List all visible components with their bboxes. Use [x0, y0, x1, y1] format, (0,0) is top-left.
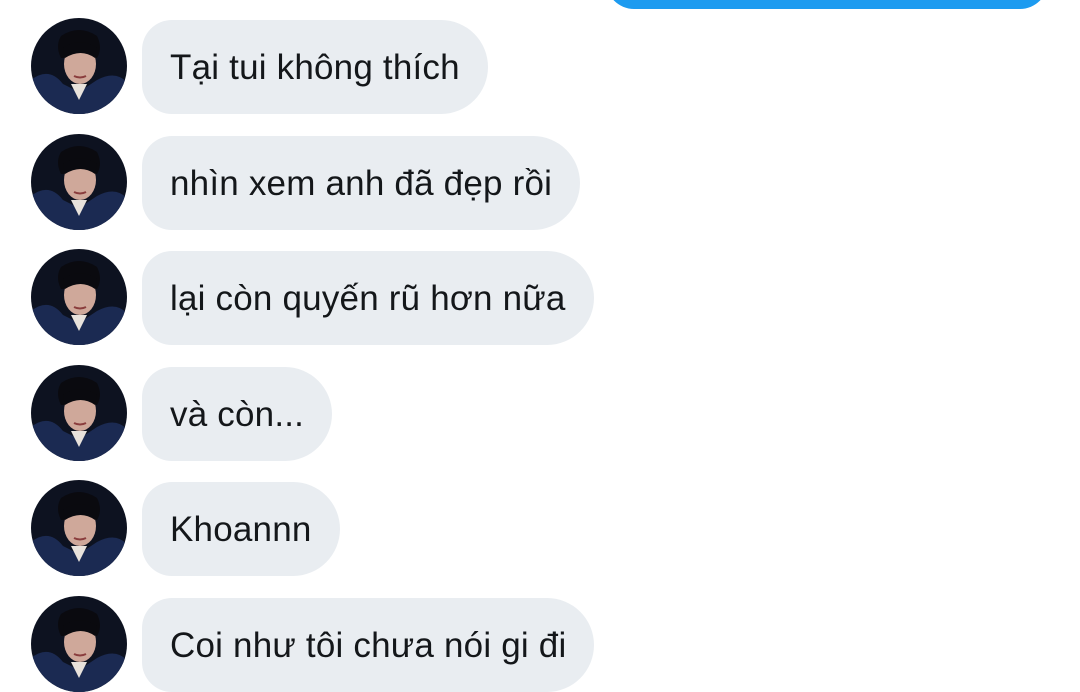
sender-avatar[interactable] — [31, 18, 127, 114]
message-text: nhìn xem anh đã đẹp rồi — [170, 163, 553, 203]
message-text: lại còn quyến rũ hơn nữa — [170, 278, 566, 318]
avatar-photo-icon — [31, 249, 127, 345]
message-row: nhìn xem anh đã đẹp rồi — [0, 116, 1080, 230]
conversation-view[interactable]: Tại tui không thích nhìn xem anh đã đẹp … — [0, 0, 1080, 692]
received-message-bubble[interactable]: Tại tui không thích — [142, 20, 488, 114]
message-row: Khoannn — [0, 462, 1080, 576]
received-message-bubble[interactable]: Coi như tôi chưa nói gi đi — [142, 598, 595, 692]
avatar-photo-icon — [31, 134, 127, 230]
message-row: và còn... — [0, 347, 1080, 461]
received-message-bubble[interactable]: lại còn quyến rũ hơn nữa — [142, 251, 594, 345]
received-message-bubble[interactable]: và còn... — [142, 367, 333, 461]
avatar-photo-icon — [31, 18, 127, 114]
avatar-photo-icon — [31, 596, 127, 692]
sender-avatar[interactable] — [31, 249, 127, 345]
message-text: Tại tui không thích — [170, 47, 460, 87]
received-message-bubble[interactable]: Khoannn — [142, 482, 340, 576]
sender-avatar[interactable] — [31, 365, 127, 461]
sender-avatar[interactable] — [31, 480, 127, 576]
message-text: và còn... — [170, 394, 305, 434]
message-row: lại còn quyến rũ hơn nữa — [0, 231, 1080, 345]
sender-avatar[interactable] — [31, 596, 127, 692]
message-row: Tại tui không thích — [0, 0, 1080, 114]
avatar-photo-icon — [31, 480, 127, 576]
received-message-bubble[interactable]: nhìn xem anh đã đẹp rồi — [142, 136, 581, 230]
message-row: Coi như tôi chưa nói gi đi — [0, 578, 1080, 692]
message-text: Coi như tôi chưa nói gi đi — [170, 625, 567, 665]
message-text: Khoannn — [170, 509, 312, 549]
avatar-photo-icon — [31, 365, 127, 461]
sender-avatar[interactable] — [31, 134, 127, 230]
